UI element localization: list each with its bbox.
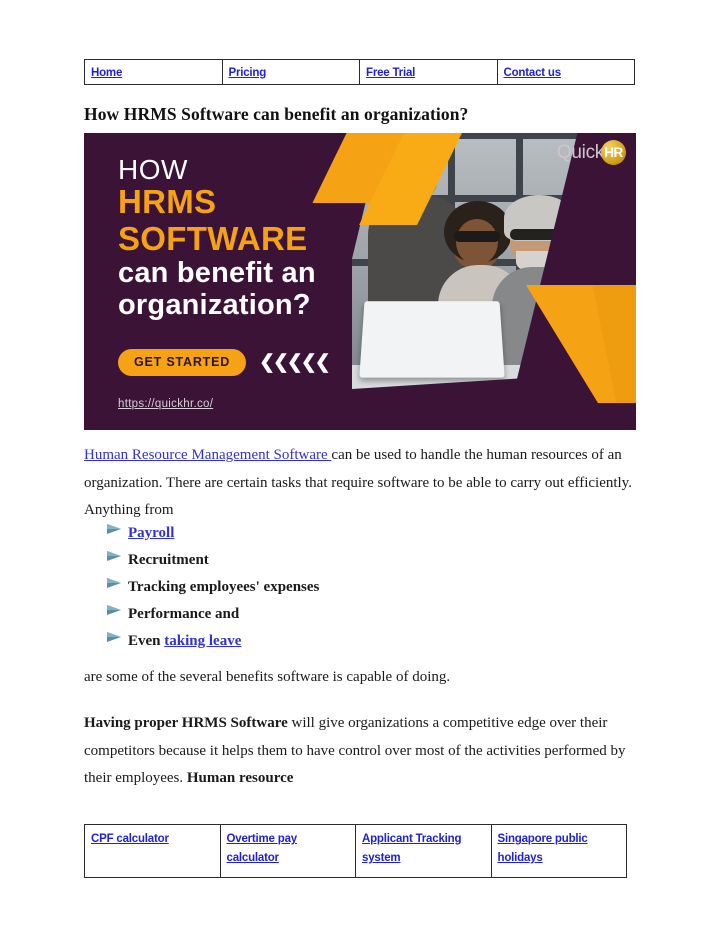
hero-url: https://quickhr.co/ xyxy=(118,398,214,410)
document-page: Home Pricing Free Trial Contact us How H… xyxy=(84,0,636,931)
paragraph-conclusion-tail: Human resource xyxy=(186,770,294,786)
logo-wordmark: Quick xyxy=(556,141,604,163)
hero-line-hrms: HRMS xyxy=(118,183,217,221)
list-item-label: Even taking leave xyxy=(128,633,241,650)
laptop xyxy=(359,301,505,378)
arrow-bullet-icon xyxy=(106,604,128,616)
get-started-button[interactable]: GET STARTED xyxy=(118,349,247,376)
hero-cta-row: GET STARTED ❮❮❮❮❮ xyxy=(118,349,331,376)
hero-line-can-benefit: can benefit an xyxy=(118,256,316,289)
footer-link-singapore-public-holidays[interactable]: Singapore public holidays xyxy=(498,833,588,864)
list-item-label: Tracking employees' expenses xyxy=(128,579,320,595)
nav-cell-home[interactable]: Home xyxy=(84,59,223,85)
hero-line-organization: organization? xyxy=(118,289,311,322)
paragraph-conclusion: Having proper HRMS Software will give or… xyxy=(84,710,636,793)
arrow-bullet-icon xyxy=(106,550,128,562)
footer-cell-overtime-pay-calculator[interactable]: Overtime pay calculator xyxy=(219,824,356,878)
table-row: Home Pricing Free Trial Contact us xyxy=(84,59,635,85)
list-item-label: Payroll xyxy=(128,525,174,542)
nav-link-contact-us[interactable]: Contact us xyxy=(504,67,562,79)
list-item: Performance and xyxy=(106,604,626,633)
hero-line-how: HOW xyxy=(118,154,188,185)
paragraph-closing-list: are some of the several benefits softwar… xyxy=(84,669,451,685)
list-item: Recruitment xyxy=(106,550,626,579)
list-item-label: Performance and xyxy=(128,606,240,622)
table-row: CPF calculator Overtime pay calculator A… xyxy=(84,824,627,878)
hero-headline-block: HOW HRMS SOFTWARE can benefit an organiz… xyxy=(118,155,316,322)
paragraph-conclusion-lead: Having proper HRMS Software xyxy=(84,715,288,731)
nav-cell-pricing[interactable]: Pricing xyxy=(221,59,360,85)
list-item: Payroll xyxy=(106,523,626,552)
nav-cell-contact-us[interactable]: Contact us xyxy=(496,59,635,85)
hero-line-software: SOFTWARE xyxy=(118,219,308,257)
nav-cell-free-trial[interactable]: Free Trial xyxy=(359,59,498,85)
list-item-prefix: Even xyxy=(128,633,165,649)
nav-link-pricing[interactable]: Pricing xyxy=(229,67,267,79)
footer-cell-cpf-calculator[interactable]: CPF calculator xyxy=(84,824,221,878)
footer-link-table: CPF calculator Overtime pay calculator A… xyxy=(84,824,627,878)
quickhr-logo: Quick HR xyxy=(557,140,626,165)
footer-link-overtime-pay-calculator[interactable]: Overtime pay calculator xyxy=(227,833,298,864)
top-nav-table: Home Pricing Free Trial Contact us xyxy=(84,59,635,85)
nav-link-home[interactable]: Home xyxy=(91,67,122,79)
arrow-bullet-icon xyxy=(106,523,128,535)
list-item: Tracking employees' expenses xyxy=(106,577,626,606)
footer-cell-applicant-tracking-system[interactable]: Applicant Tracking system xyxy=(355,824,492,878)
link-human-resource-management-software[interactable]: Human Resource Management Software xyxy=(84,447,331,463)
footer-link-cpf-calculator[interactable]: CPF calculator xyxy=(91,833,169,845)
footer-cell-singapore-public-holidays[interactable]: Singapore public holidays xyxy=(490,824,627,878)
benefits-list: Payroll Recruitment Tracking employees' … xyxy=(106,523,626,660)
link-payroll[interactable]: Payroll xyxy=(128,525,174,541)
link-taking-leave[interactable]: taking leave xyxy=(164,633,241,649)
logo-hr-badge: HR xyxy=(601,140,626,165)
arrow-bullet-icon xyxy=(106,577,128,589)
paragraph-intro: Human Resource Management Software can b… xyxy=(84,442,636,525)
arrow-bullet-icon xyxy=(106,631,128,643)
chevron-left-icons: ❮❮❮❮❮ xyxy=(259,352,331,373)
hero-banner-image: HOW HRMS SOFTWARE can benefit an organiz… xyxy=(84,133,636,430)
list-item-label: Recruitment xyxy=(128,552,209,568)
page-title: How HRMS Software can benefit an organiz… xyxy=(84,104,469,124)
nav-link-free-trial[interactable]: Free Trial xyxy=(366,67,415,79)
list-item: Even taking leave xyxy=(106,631,626,660)
footer-link-applicant-tracking-system[interactable]: Applicant Tracking system xyxy=(362,833,461,864)
